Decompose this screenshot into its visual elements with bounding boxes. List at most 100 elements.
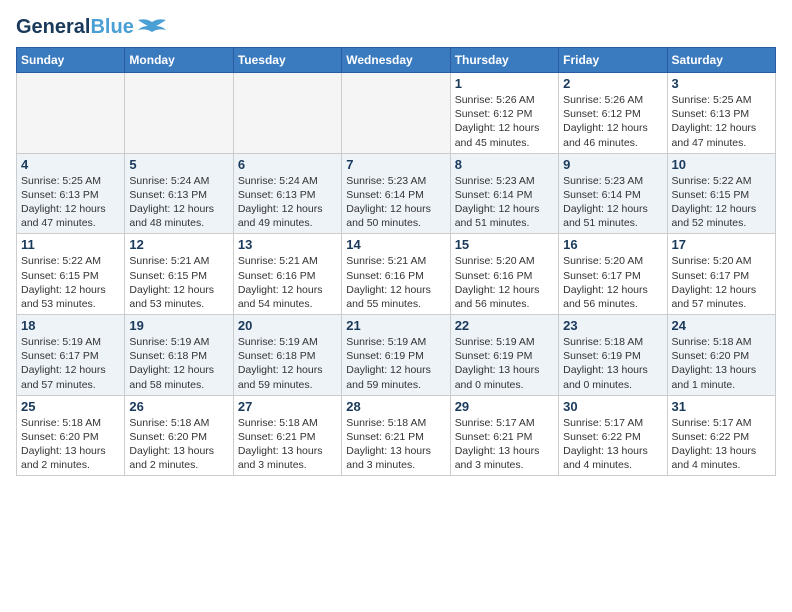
calendar-cell: 10 Sunrise: 5:22 AM Sunset: 6:15 PM Dayli… [667,153,775,234]
day-info: Sunrise: 5:21 AM Sunset: 6:15 PM Dayligh… [129,254,228,311]
day-info: Sunrise: 5:17 AM Sunset: 6:21 PM Dayligh… [455,416,554,473]
calendar-cell: 18 Sunrise: 5:19 AM Sunset: 6:17 PM Dayli… [17,315,125,396]
calendar-cell: 9 Sunrise: 5:23 AM Sunset: 6:14 PM Daylig… [559,153,667,234]
calendar-cell: 13 Sunrise: 5:21 AM Sunset: 6:16 PM Dayli… [233,234,341,315]
calendar-cell: 22 Sunrise: 5:19 AM Sunset: 6:19 PM Dayli… [450,315,558,396]
calendar-cell: 27Sunrise: 5:18 AM Sunset: 6:21 PM Dayli… [233,395,341,476]
day-number: 30 [563,399,662,414]
day-number: 16 [563,237,662,252]
day-number: 15 [455,237,554,252]
day-number: 7 [346,157,445,172]
day-info: Sunrise: 5:25 AM Sunset: 6:13 PM Dayligh… [672,93,771,150]
week-row: 1 Sunrise: 5:26 AM Sunset: 6:12 PM Daylig… [17,73,776,154]
header: GeneralBlue [16,16,776,39]
calendar-cell: 31 Sunrise: 5:17 AM Sunset: 6:22 PM Dayli… [667,395,775,476]
calendar-cell: 8 Sunrise: 5:23 AM Sunset: 6:14 PM Daylig… [450,153,558,234]
day-number: 10 [672,157,771,172]
calendar-cell: 30 Sunrise: 5:17 AM Sunset: 6:22 PM Dayli… [559,395,667,476]
weekday-header: Tuesday [233,48,341,73]
day-number: 18 [21,318,120,333]
day-number: 24 [672,318,771,333]
day-info: Sunrise: 5:23 AM Sunset: 6:14 PM Dayligh… [346,174,445,231]
day-info: Sunrise: 5:19 AM Sunset: 6:17 PM Dayligh… [21,335,120,392]
day-info: Sunrise: 5:18 AM Sunset: 6:19 PM Dayligh… [563,335,662,392]
day-info: Sunrise: 5:19 AM Sunset: 6:19 PM Dayligh… [455,335,554,392]
calendar-cell: 16 Sunrise: 5:20 AM Sunset: 6:17 PM Dayli… [559,234,667,315]
calendar-cell: 23Sunrise: 5:18 AM Sunset: 6:19 PM Dayli… [559,315,667,396]
calendar-cell: 7 Sunrise: 5:23 AM Sunset: 6:14 PM Daylig… [342,153,450,234]
calendar-cell [17,73,125,154]
calendar-cell: 4Sunrise: 5:25 AM Sunset: 6:13 PM Daylig… [17,153,125,234]
calendar-cell: 21 Sunrise: 5:19 AM Sunset: 6:19 PM Dayli… [342,315,450,396]
day-number: 31 [672,399,771,414]
calendar-cell [125,73,233,154]
calendar-cell: 12 Sunrise: 5:21 AM Sunset: 6:15 PM Dayli… [125,234,233,315]
day-info: Sunrise: 5:18 AM Sunset: 6:20 PM Dayligh… [21,416,120,473]
day-number: 8 [455,157,554,172]
calendar-cell: 5Sunrise: 5:24 AM Sunset: 6:13 PM Daylig… [125,153,233,234]
calendar-cell [342,73,450,154]
day-info: Sunrise: 5:24 AM Sunset: 6:13 PM Dayligh… [129,174,228,231]
weekday-header-row: SundayMondayTuesdayWednesdayThursdayFrid… [17,48,776,73]
day-info: Sunrise: 5:25 AM Sunset: 6:13 PM Dayligh… [21,174,120,231]
day-number: 28 [346,399,445,414]
day-number: 19 [129,318,228,333]
day-info: Sunrise: 5:26 AM Sunset: 6:12 PM Dayligh… [455,93,554,150]
day-info: Sunrise: 5:18 AM Sunset: 6:20 PM Dayligh… [129,416,228,473]
calendar-cell: 25 Sunrise: 5:18 AM Sunset: 6:20 PM Dayli… [17,395,125,476]
day-info: Sunrise: 5:20 AM Sunset: 6:17 PM Dayligh… [563,254,662,311]
week-row: 25 Sunrise: 5:18 AM Sunset: 6:20 PM Dayli… [17,395,776,476]
day-info: Sunrise: 5:22 AM Sunset: 6:15 PM Dayligh… [672,174,771,231]
day-number: 3 [672,76,771,91]
calendar-cell: 24 Sunrise: 5:18 AM Sunset: 6:20 PM Dayli… [667,315,775,396]
day-number: 6 [238,157,337,172]
calendar-cell: 14 Sunrise: 5:21 AM Sunset: 6:16 PM Dayli… [342,234,450,315]
day-number: 9 [563,157,662,172]
week-row: 4Sunrise: 5:25 AM Sunset: 6:13 PM Daylig… [17,153,776,234]
day-info: Sunrise: 5:23 AM Sunset: 6:14 PM Dayligh… [563,174,662,231]
calendar-cell: 20 Sunrise: 5:19 AM Sunset: 6:18 PM Dayli… [233,315,341,396]
calendar-cell: 15 Sunrise: 5:20 AM Sunset: 6:16 PM Dayli… [450,234,558,315]
logo-text: GeneralBlue [16,16,134,39]
day-info: Sunrise: 5:18 AM Sunset: 6:20 PM Dayligh… [672,335,771,392]
day-info: Sunrise: 5:19 AM Sunset: 6:18 PM Dayligh… [238,335,337,392]
day-info: Sunrise: 5:22 AM Sunset: 6:15 PM Dayligh… [21,254,120,311]
day-number: 13 [238,237,337,252]
week-row: 11 Sunrise: 5:22 AM Sunset: 6:15 PM Dayli… [17,234,776,315]
day-number: 14 [346,237,445,252]
day-number: 25 [21,399,120,414]
day-number: 29 [455,399,554,414]
day-info: Sunrise: 5:26 AM Sunset: 6:12 PM Dayligh… [563,93,662,150]
day-info: Sunrise: 5:17 AM Sunset: 6:22 PM Dayligh… [672,416,771,473]
calendar-cell [233,73,341,154]
day-info: Sunrise: 5:19 AM Sunset: 6:19 PM Dayligh… [346,335,445,392]
weekday-header: Thursday [450,48,558,73]
day-info: Sunrise: 5:23 AM Sunset: 6:14 PM Dayligh… [455,174,554,231]
day-number: 22 [455,318,554,333]
day-number: 21 [346,318,445,333]
weekday-header: Saturday [667,48,775,73]
calendar-cell: 28 Sunrise: 5:18 AM Sunset: 6:21 PM Dayli… [342,395,450,476]
day-info: Sunrise: 5:21 AM Sunset: 6:16 PM Dayligh… [238,254,337,311]
day-info: Sunrise: 5:18 AM Sunset: 6:21 PM Dayligh… [238,416,337,473]
day-number: 17 [672,237,771,252]
calendar: SundayMondayTuesdayWednesdayThursdayFrid… [16,47,776,476]
day-number: 20 [238,318,337,333]
calendar-cell: 6Sunrise: 5:24 AM Sunset: 6:13 PM Daylig… [233,153,341,234]
calendar-cell: 26 Sunrise: 5:18 AM Sunset: 6:20 PM Dayli… [125,395,233,476]
day-number: 12 [129,237,228,252]
calendar-cell: 2 Sunrise: 5:26 AM Sunset: 6:12 PM Daylig… [559,73,667,154]
day-number: 26 [129,399,228,414]
day-number: 2 [563,76,662,91]
day-info: Sunrise: 5:20 AM Sunset: 6:16 PM Dayligh… [455,254,554,311]
calendar-cell: 3 Sunrise: 5:25 AM Sunset: 6:13 PM Daylig… [667,73,775,154]
weekday-header: Monday [125,48,233,73]
calendar-cell: 19Sunrise: 5:19 AM Sunset: 6:18 PM Dayli… [125,315,233,396]
day-info: Sunrise: 5:21 AM Sunset: 6:16 PM Dayligh… [346,254,445,311]
day-number: 1 [455,76,554,91]
day-info: Sunrise: 5:20 AM Sunset: 6:17 PM Dayligh… [672,254,771,311]
day-info: Sunrise: 5:18 AM Sunset: 6:21 PM Dayligh… [346,416,445,473]
weekday-header: Wednesday [342,48,450,73]
day-number: 11 [21,237,120,252]
day-info: Sunrise: 5:17 AM Sunset: 6:22 PM Dayligh… [563,416,662,473]
